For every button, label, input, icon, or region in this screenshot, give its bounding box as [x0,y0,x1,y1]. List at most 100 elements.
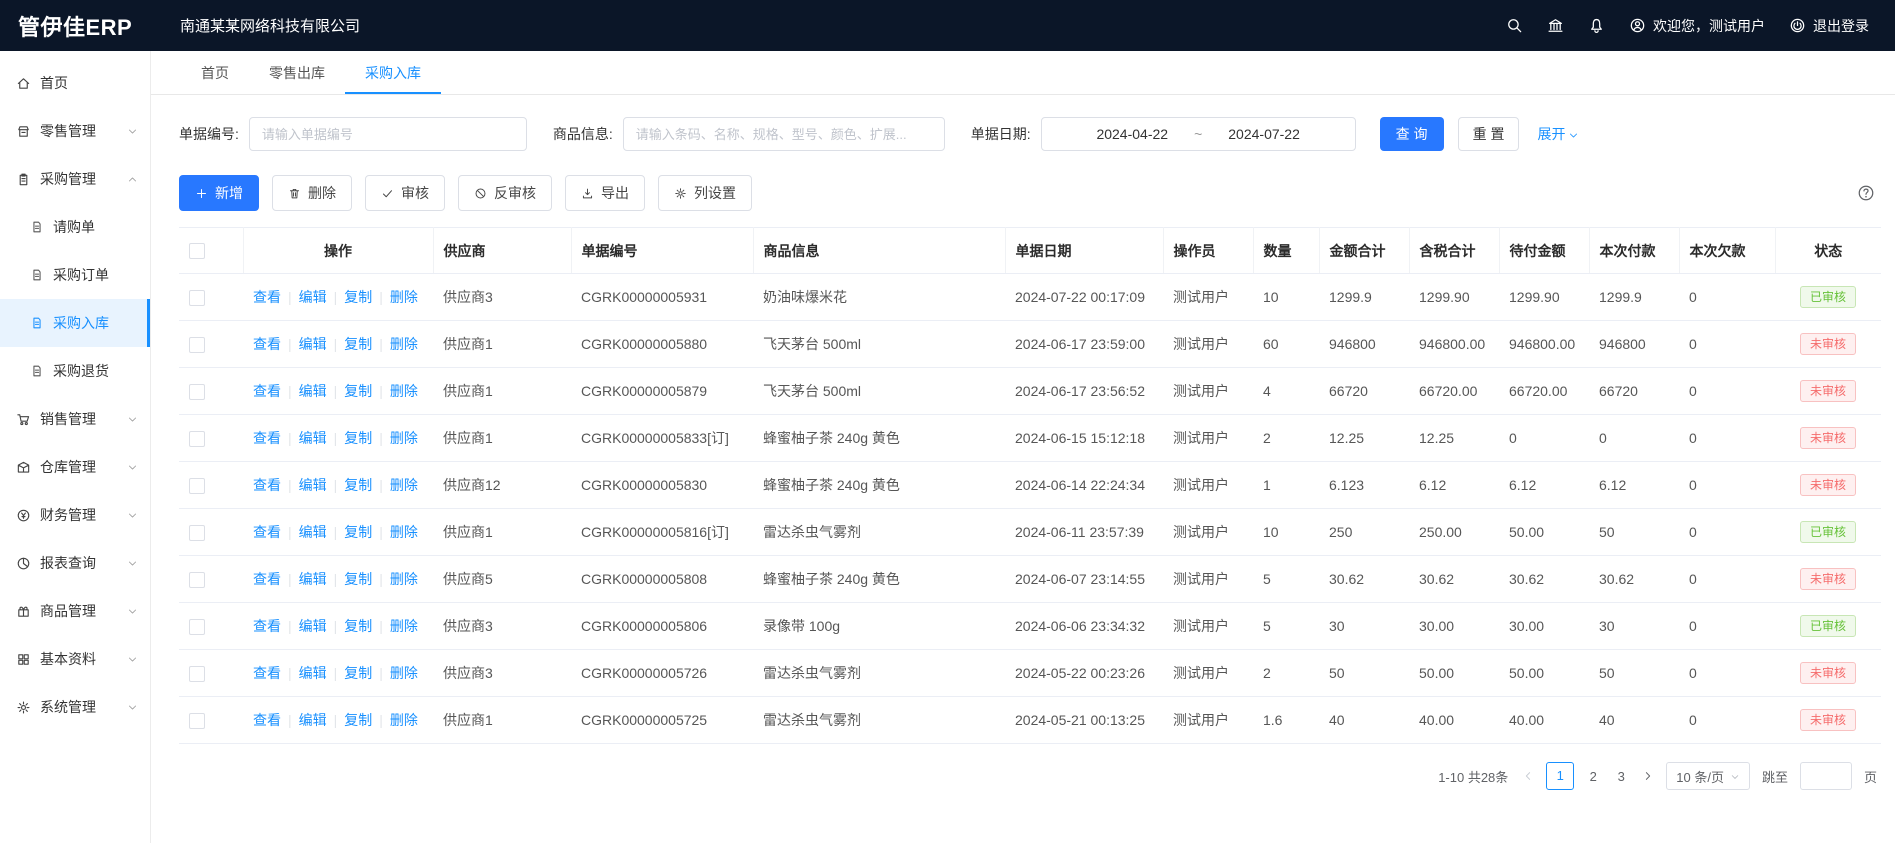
row-checkbox[interactable] [189,431,205,447]
row-action-edit[interactable]: 编辑 [299,477,327,493]
sidebar-item-basedata[interactable]: 基本资料 [0,635,150,683]
row-action-edit[interactable]: 编辑 [299,571,327,587]
row-action-delete[interactable]: 删除 [390,712,418,728]
row-action-copy[interactable]: 复制 [344,571,372,587]
row-action-copy[interactable]: 复制 [344,477,372,493]
row-checkbox[interactable] [189,525,205,541]
row-action-edit[interactable]: 编辑 [299,712,327,728]
date-end[interactable]: 2024-07-22 [1228,126,1300,142]
cell-date: 2024-05-22 00:23:26 [1005,650,1163,697]
row-action-view[interactable]: 查看 [253,618,281,634]
sidebar-item-purchase[interactable]: 采购管理 [0,155,150,203]
sidebar-subitem-purchase-request[interactable]: 请购单 [0,203,150,251]
row-action-edit[interactable]: 编辑 [299,665,327,681]
row-action-copy[interactable]: 复制 [344,336,372,352]
sidebar-subitem-purchase-inbound[interactable]: 采购入库 [0,299,150,347]
product-input[interactable] [623,117,945,151]
row-action-delete[interactable]: 删除 [390,618,418,634]
row-action-view[interactable]: 查看 [253,712,281,728]
row-action-view[interactable]: 查看 [253,383,281,399]
row-action-copy[interactable]: 复制 [344,665,372,681]
row-checkbox[interactable] [189,290,205,306]
page-number-2[interactable]: 2 [1584,769,1602,784]
row-action-view[interactable]: 查看 [253,524,281,540]
row-action-delete[interactable]: 删除 [390,665,418,681]
sidebar-item-goods[interactable]: 商品管理 [0,587,150,635]
row-action-delete[interactable]: 删除 [390,571,418,587]
sidebar-item-report[interactable]: 报表查询 [0,539,150,587]
row-checkbox[interactable] [189,337,205,353]
approve-button[interactable]: 审核 [365,175,445,211]
row-action-view[interactable]: 查看 [253,289,281,305]
sidebar-subitem-purchase-order[interactable]: 采购订单 [0,251,150,299]
row-checkbox[interactable] [189,713,205,729]
row-checkbox[interactable] [189,384,205,400]
cell-supplier: 供应商1 [433,368,571,415]
sidebar-subitem-purchase-return[interactable]: 采购退货 [0,347,150,395]
bank-icon[interactable] [1547,17,1564,35]
bell-icon[interactable] [1588,17,1605,35]
row-action-copy[interactable]: 复制 [344,430,372,446]
bill-no-input[interactable] [249,117,527,151]
tab-purchase-inbound[interactable]: 采购入库 [345,51,441,94]
row-action-edit[interactable]: 编辑 [299,383,327,399]
row-action-delete[interactable]: 删除 [390,524,418,540]
expand-link[interactable]: 展开 [1537,124,1579,144]
help-icon[interactable] [1857,184,1875,202]
page-size-select[interactable]: 10 条/页 [1666,762,1750,790]
page-number-3[interactable]: 3 [1612,769,1630,784]
date-start[interactable]: 2024-04-22 [1096,126,1168,142]
row-action-copy[interactable]: 复制 [344,524,372,540]
row-action-delete[interactable]: 删除 [390,430,418,446]
row-action-delete[interactable]: 删除 [390,477,418,493]
next-page-button[interactable] [1642,770,1654,782]
row-action-view[interactable]: 查看 [253,430,281,446]
row-action-delete[interactable]: 删除 [390,336,418,352]
row-action-delete[interactable]: 删除 [390,289,418,305]
page-number-1[interactable]: 1 [1546,762,1574,790]
sidebar-item-home[interactable]: 首页 [0,59,150,107]
tab-retail-outbound[interactable]: 零售出库 [249,51,345,94]
ban-icon [474,187,487,200]
row-action-view[interactable]: 查看 [253,665,281,681]
delete-button[interactable]: 删除 [272,175,352,211]
select-all-checkbox[interactable] [189,243,205,259]
sidebar-item-finance[interactable]: 财务管理 [0,491,150,539]
row-action-edit[interactable]: 编辑 [299,618,327,634]
row-checkbox[interactable] [189,619,205,635]
sidebar-item-retail[interactable]: 零售管理 [0,107,150,155]
row-action-view[interactable]: 查看 [253,477,281,493]
date-range-picker[interactable]: 2024-04-22 ~ 2024-07-22 [1041,117,1356,151]
sidebar-item-warehouse[interactable]: 仓库管理 [0,443,150,491]
sidebar-item-system[interactable]: 系统管理 [0,683,150,731]
logout-button[interactable]: 退出登录 [1789,16,1869,36]
prev-page-button[interactable] [1522,770,1534,782]
unapprove-button[interactable]: 反审核 [458,175,552,211]
row-action-edit[interactable]: 编辑 [299,336,327,352]
row-action-copy[interactable]: 复制 [344,383,372,399]
row-action-copy[interactable]: 复制 [344,712,372,728]
jump-page-input[interactable] [1800,762,1852,790]
row-action-view[interactable]: 查看 [253,336,281,352]
tab-home[interactable]: 首页 [181,51,249,94]
row-action-edit[interactable]: 编辑 [299,430,327,446]
row-checkbox[interactable] [189,666,205,682]
row-checkbox[interactable] [189,478,205,494]
search-button[interactable]: 查 询 [1380,117,1444,151]
user-menu[interactable]: 欢迎您，测试用户 [1629,16,1765,36]
row-action-copy[interactable]: 复制 [344,289,372,305]
row-action-delete[interactable]: 删除 [390,383,418,399]
row-action-edit[interactable]: 编辑 [299,524,327,540]
row-action-edit[interactable]: 编辑 [299,289,327,305]
logout-icon [1789,17,1806,35]
column-settings-button[interactable]: 列设置 [658,175,752,211]
sidebar-item-sales[interactable]: 销售管理 [0,395,150,443]
row-action-view[interactable]: 查看 [253,571,281,587]
reset-button[interactable]: 重 置 [1458,117,1520,151]
search-icon[interactable] [1506,17,1523,35]
add-button[interactable]: 新增 [179,175,259,211]
export-button[interactable]: 导出 [565,175,645,211]
row-action-copy[interactable]: 复制 [344,618,372,634]
row-checkbox[interactable] [189,572,205,588]
report-icon [16,556,31,571]
